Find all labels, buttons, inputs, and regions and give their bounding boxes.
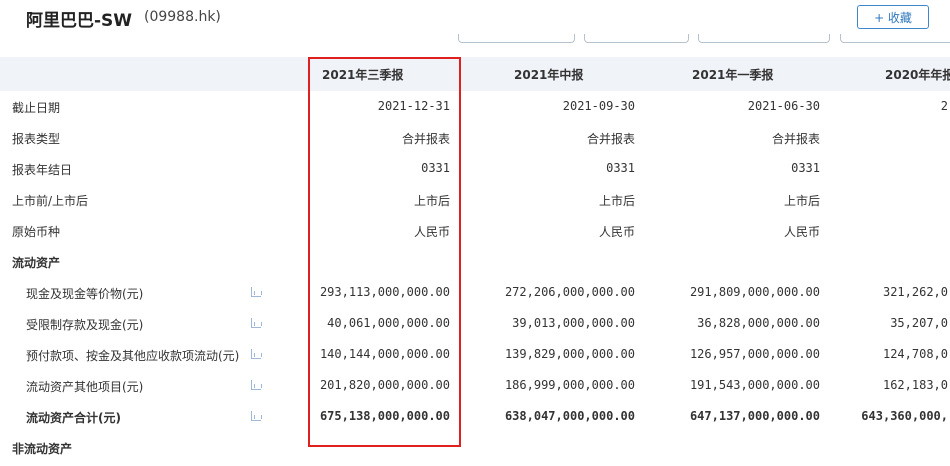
cell-value: 合并报表 [586,132,635,146]
cell-value: 上市后 [783,194,820,208]
cell-value: 40,061,000,000.00 [327,316,450,330]
cell-value: 293,113,000,000.00 [319,285,450,299]
cell-value: 291,809,000,000.00 [689,285,820,299]
cell-value: 272,206,000,000.00 [504,285,635,299]
company-name: 阿里巴巴-SW [26,11,133,31]
column-header[interactable]: 2021年一季报 [692,66,773,83]
cell-value: 201,820,000,000.00 [319,378,450,392]
cell-value: 2021-12-31 [377,99,450,113]
tab-button[interactable] [584,34,689,43]
cell-value: 675,138,000,000.00 [319,409,450,423]
tab-button[interactable] [698,34,830,43]
cell-value: 39,013,000,000.00 [512,316,635,330]
row-label: 报表年结日 [12,163,73,177]
table-row: 流动资产其他项目(元) 201,820,000,000.00 186,999,0… [0,370,950,401]
cell-value: 36,828,000,000.00 [697,316,820,330]
bar-chart-icon[interactable] [251,318,262,328]
table-row: 受限制存款及现金(元) 40,061,000,000.00 39,013,000… [0,308,950,339]
row-label: 预付款项、按金及其他应收款项流动(元) [26,349,240,363]
cell-value: 139,829,000,000.00 [504,347,635,361]
row-label: 流动资产合计(元) [26,411,121,425]
bar-chart-icon[interactable] [251,380,262,390]
cell-value: 321,262,0 [882,285,948,299]
section-label: 非流动资产 [12,442,73,456]
cell-value: 35,207,0 [890,316,948,330]
cell-value: 2 [940,99,948,113]
stock-code: (09988.hk) [144,9,221,25]
cell-value: 人民币 [783,225,820,239]
cell-value: 0331 [421,161,450,175]
cell-value: 647,137,000,000.00 [689,409,820,423]
column-header[interactable]: 2020年年报 [885,66,950,83]
add-favorite-button[interactable]: + 收藏 [857,5,929,29]
table-row: 报表类型 合并报表 合并报表 合并报表 [0,122,950,153]
cell-value: 186,999,000,000.00 [504,378,635,392]
column-header[interactable]: 2021年三季报 [322,66,403,83]
cell-value: 合并报表 [401,132,450,146]
cell-value: 上市后 [598,194,635,208]
cell-value: 2021-06-30 [747,99,820,113]
bar-chart-icon[interactable] [251,287,262,297]
table-row: 截止日期 2021-12-31 2021-09-30 2021-06-30 2 [0,91,950,122]
table-row: 报表年结日 0331 0331 0331 [0,153,950,184]
cell-value: 人民币 [413,225,450,239]
cell-value: 上市后 [413,194,450,208]
cell-value: 638,047,000,000.00 [504,409,635,423]
table-row: 原始币种 人民币 人民币 人民币 [0,215,950,246]
table-header [0,57,950,91]
row-label: 原始币种 [12,225,61,239]
cell-value: 162,183,0 [882,378,948,392]
cell-value: 126,957,000,000.00 [689,347,820,361]
cell-value: 124,708,0 [882,347,948,361]
row-label: 上市前/上市后 [12,194,89,208]
row-label: 受限制存款及现金(元) [26,318,144,332]
table-row-total: 流动资产合计(元) 675,138,000,000.00 638,047,000… [0,401,950,432]
cell-value: 2021-09-30 [562,99,635,113]
table-row: 预付款项、按金及其他应收款项流动(元) 140,144,000,000.00 1… [0,339,950,370]
top-bar: 阿里巴巴-SW (09988.hk) + 收藏 [0,0,950,36]
cell-value: 140,144,000,000.00 [319,347,450,361]
row-label: 现金及现金等价物(元) [26,287,144,301]
row-label: 截止日期 [12,101,61,115]
cell-value: 合并报表 [771,132,820,146]
tab-button[interactable] [840,34,950,43]
section-row: 流动资产 [0,246,950,277]
tab-button[interactable] [458,34,575,43]
cell-value: 191,543,000,000.00 [689,378,820,392]
cell-value: 643,360,000, [861,409,948,423]
row-label: 流动资产其他项目(元) [26,380,144,394]
section-label: 流动资产 [12,256,61,270]
bar-chart-icon[interactable] [251,411,262,421]
bar-chart-icon[interactable] [251,349,262,359]
column-header[interactable]: 2021年中报 [514,66,583,83]
row-label: 报表类型 [12,132,61,146]
section-row: 非流动资产 [0,432,950,463]
table-row: 现金及现金等价物(元) 293,113,000,000.00 272,206,0… [0,277,950,308]
cell-value: 0331 [791,161,820,175]
cell-value: 人民币 [598,225,635,239]
table-row: 上市前/上市后 上市后 上市后 上市后 [0,184,950,215]
cell-value: 0331 [606,161,635,175]
